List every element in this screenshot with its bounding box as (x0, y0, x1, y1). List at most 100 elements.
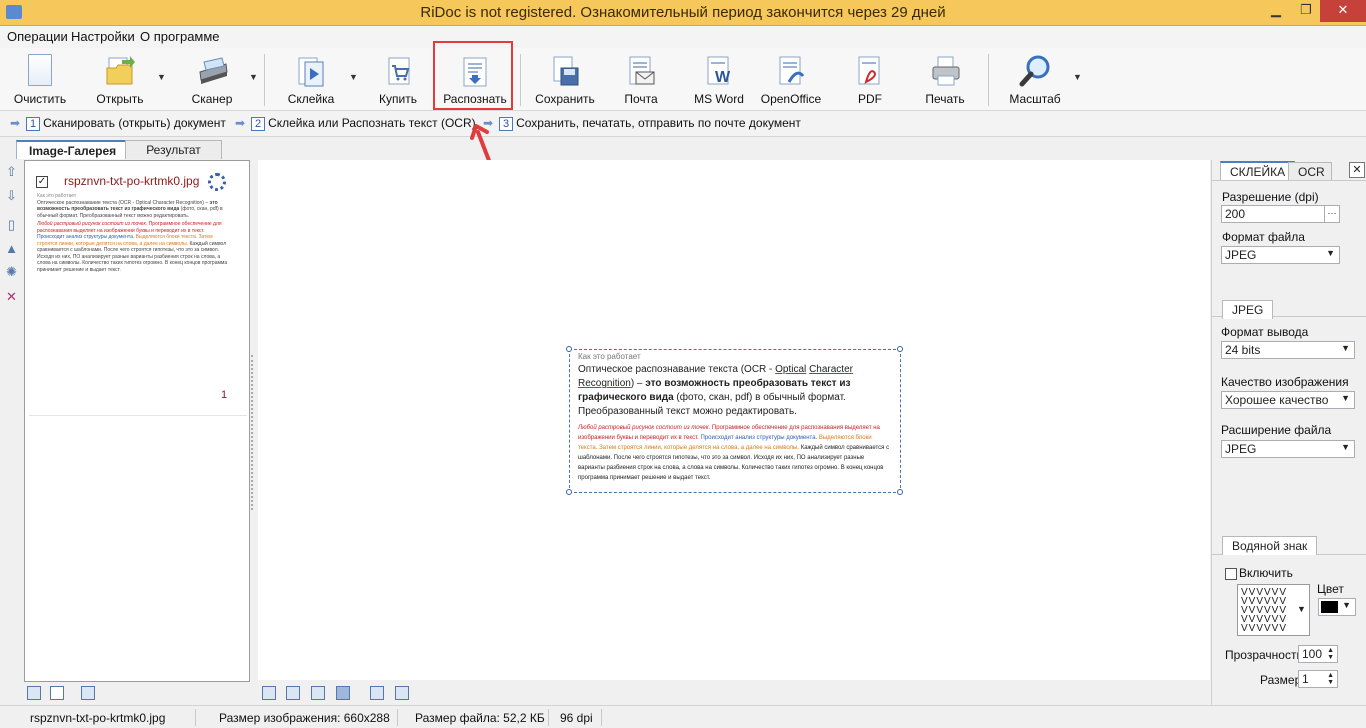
page-view-icon[interactable] (262, 686, 276, 700)
transparency-stepper[interactable]: 100 ▲ ▼ (1298, 645, 1338, 663)
pane-splitter[interactable] (251, 355, 257, 510)
toolbar: Очистить Открыть ▼ Сканер ▼ Склейка ▼ Ку… (0, 48, 1366, 111)
fit-page-icon[interactable] (336, 686, 350, 700)
scanner-button[interactable]: Сканер (180, 50, 244, 108)
tab-image-gallery[interactable]: Image-Галерея (16, 140, 130, 159)
spinner-icon: ▲ ▼ (1327, 647, 1334, 661)
step-1[interactable]: ➡ 1 Сканировать (открыть) документ (10, 116, 226, 131)
doc-main-paragraph: Оптическое распознавание текста (OCR - O… (578, 364, 853, 417)
status-bar: rspznvn-txt-po-krtmk0.jpg Размер изображ… (0, 705, 1366, 728)
quality-select[interactable]: Хорошее качество ▼ (1221, 391, 1355, 409)
pdf-button[interactable]: PDF (842, 50, 898, 108)
tab-ocr[interactable]: OCR (1288, 162, 1332, 181)
size-stepper[interactable]: 1 ▲ ▼ (1298, 670, 1338, 688)
close-icon[interactable]: ✕ (1349, 162, 1365, 178)
gear-icon[interactable] (208, 173, 226, 191)
clipboard-icon[interactable]: ▯ (4, 217, 19, 232)
step-label: Сохранить, печатать, отправить по почте … (516, 116, 801, 130)
blank-page-icon (28, 54, 52, 86)
fit-width-icon[interactable] (311, 686, 325, 700)
two-page-view-icon[interactable] (286, 686, 300, 700)
divider (195, 709, 196, 726)
pdf-icon (854, 54, 886, 88)
cart-page-icon (382, 54, 414, 88)
status-filename: rspznvn-txt-po-krtmk0.jpg (30, 711, 166, 725)
menu-operations[interactable]: Операции (7, 29, 68, 44)
resize-handle[interactable] (566, 346, 572, 352)
openoffice-icon (775, 54, 807, 88)
step-3[interactable]: ➡ 3 Сохранить, печатать, отправить по почт… (483, 116, 801, 131)
chevron-down-icon: ▼ (1341, 343, 1350, 353)
zoom-fit-icon[interactable] (395, 686, 409, 700)
zoom-dropdown-arrow[interactable]: ▼ (1073, 72, 1083, 82)
resolution-browse-button[interactable]: ··· (1324, 205, 1340, 223)
status-image-size: Размер изображения: 660x288 (219, 711, 390, 725)
menu-about[interactable]: О программе (140, 29, 220, 44)
mail-button[interactable]: Почта (612, 50, 670, 108)
output-format-select[interactable]: 24 bits ▼ (1221, 341, 1355, 359)
divider (1212, 180, 1366, 181)
msword-button[interactable]: W MS Word (690, 50, 748, 108)
divider (601, 709, 602, 726)
move-down-icon[interactable]: ⇩ (4, 188, 19, 203)
thumbnail-checkbox[interactable]: ✓ (36, 176, 48, 188)
resize-handle[interactable] (897, 346, 903, 352)
close-button[interactable]: ✕ (1320, 0, 1366, 22)
uncheck-all-icon[interactable] (50, 686, 64, 700)
tab-watermark[interactable]: Водяной знак (1222, 536, 1318, 555)
delete-icon[interactable]: ✕ (4, 289, 19, 304)
title-bar: RiDoc is not registered. Ознакомительный… (0, 0, 1366, 26)
color-label: Цвет (1317, 582, 1344, 596)
buy-button[interactable]: Купить (370, 50, 426, 108)
chevron-down-icon: ▼ (1326, 248, 1335, 258)
resize-handle[interactable] (897, 489, 903, 495)
maximize-button[interactable]: ❐ (1291, 0, 1321, 22)
open-dropdown-arrow[interactable]: ▼ (157, 72, 167, 82)
divider (29, 415, 247, 416)
mail-page-icon (625, 54, 657, 88)
menu-settings[interactable]: Настройки (71, 29, 135, 44)
color-picker[interactable]: ▼ (1318, 598, 1356, 616)
resize-handle[interactable] (566, 489, 572, 495)
color-swatch (1321, 601, 1338, 613)
tab-result[interactable]: Результат (125, 140, 222, 159)
openoffice-button[interactable]: OpenOffice (758, 50, 824, 108)
resolution-input[interactable]: 200 (1221, 205, 1325, 223)
glue-button[interactable]: Склейка (280, 50, 342, 108)
chevron-down-icon[interactable]: ▼ (1297, 604, 1306, 614)
scanner-dropdown-arrow[interactable]: ▼ (249, 72, 259, 82)
zoom-button[interactable]: Масштаб (1002, 50, 1068, 108)
print-button[interactable]: Печать (916, 50, 974, 108)
magnifier-icon (1019, 54, 1051, 88)
settings-icon[interactable]: ✺ (4, 264, 19, 279)
step-2[interactable]: ➡ 2 Склейка или Распознать текст (OCR) (235, 116, 476, 131)
move-up-icon[interactable]: ⇧ (4, 164, 19, 179)
save-button[interactable]: Сохранить (533, 50, 597, 108)
recognize-highlight-box (433, 41, 513, 110)
minimize-button[interactable]: ▁ (1261, 0, 1291, 22)
toolbar-separator (988, 54, 989, 106)
view-tabs: Image-Галерея Результат (0, 137, 1210, 159)
steps-bar: ➡ 1 Сканировать (открыть) документ ➡ 2 Склей… (0, 111, 1366, 137)
tab-jpeg[interactable]: JPEG (1222, 300, 1274, 319)
check-all-icon[interactable] (27, 686, 41, 700)
window-title: RiDoc is not registered. Ознакомительный… (420, 4, 946, 21)
open-button[interactable]: Открыть (90, 50, 150, 108)
glue-dropdown-arrow[interactable]: ▼ (349, 72, 359, 82)
mountain-icon[interactable]: ▲ (4, 241, 19, 256)
menu-bar: Операции Настройки О программе (0, 26, 1366, 48)
tab-glue[interactable]: СКЛЕЙКА (1220, 161, 1296, 180)
enable-checkbox[interactable] (1225, 568, 1237, 580)
actual-size-icon[interactable] (370, 686, 384, 700)
thumbnail-preview[interactable]: Как это работает Оптическое распознавани… (37, 193, 231, 283)
extension-select[interactable]: JPEG ▼ (1221, 440, 1355, 458)
file-format-select[interactable]: JPEG ▼ (1221, 246, 1340, 264)
grid-view-icon[interactable] (81, 686, 95, 700)
document-image[interactable]: Как это работает Оптическое распознавани… (569, 349, 901, 493)
thumbnail-filename[interactable]: rspznvn-txt-po-krtmk0.jpg (64, 174, 199, 188)
scanner-icon (196, 54, 228, 88)
toolbar-separator (264, 54, 265, 106)
clear-button[interactable]: Очистить (10, 50, 70, 108)
doc-body-paragraph: Любой растровый рисунок состоит из точек… (578, 425, 890, 481)
output-format-label: Формат вывода (1221, 325, 1309, 339)
